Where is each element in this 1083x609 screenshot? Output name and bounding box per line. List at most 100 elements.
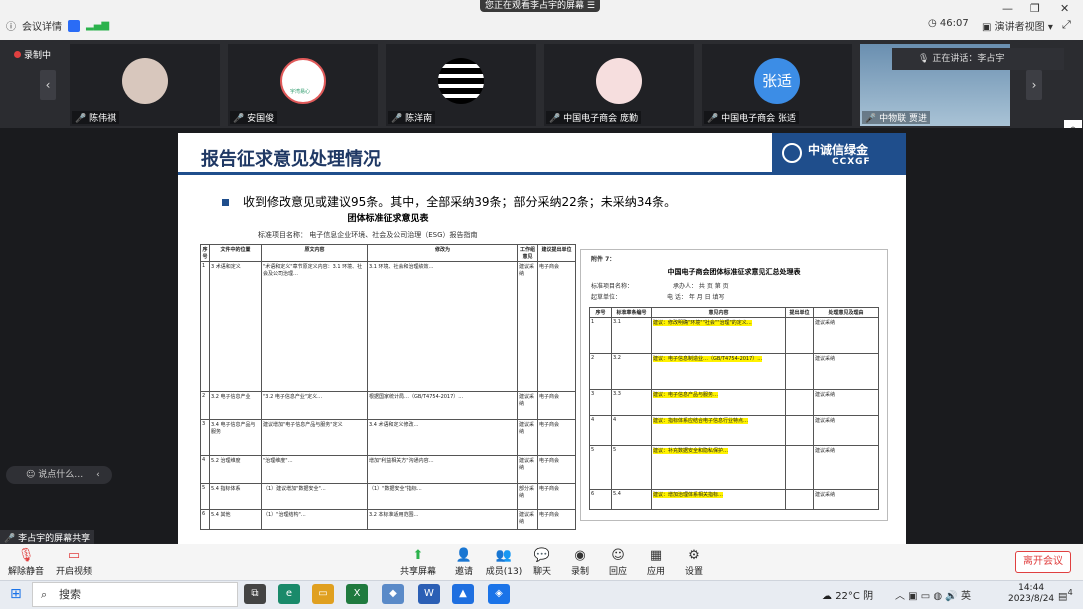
speaker-view-button[interactable]: ▣ 演讲者视图 ▾ — [982, 18, 1053, 33]
notification-icon[interactable]: ▤4 — [1058, 587, 1073, 602]
share-screen-button[interactable]: ⬆ 共享屏幕 — [398, 548, 438, 577]
screen-share-owner: 🎤 李占宇的屏幕共享 — [0, 530, 95, 545]
table-row: 5 5 建议：补充数据安全和隐私保护… 建议采纳 — [589, 445, 879, 490]
participant-tile[interactable]: 宇湾易心 🎤 安国俊 — [228, 44, 378, 126]
system-tray[interactable]: ︿ ▣ ▭ ◍ 🔊 英 — [895, 587, 971, 602]
participant-tile[interactable]: 🎤 陈洋南 — [386, 44, 536, 126]
chat-button[interactable]: 💬 聊天 — [522, 548, 562, 577]
signal-icon[interactable]: ▂▄▆ — [86, 20, 109, 31]
cell: 建议采纳 — [813, 415, 879, 446]
cell: 建议采纳 — [813, 489, 879, 510]
participant-name: 🎤 中物联 贾进 — [862, 111, 930, 124]
strip-prev-button[interactable]: ‹ — [40, 70, 56, 100]
sharing-banner[interactable]: 您正在观看李占宇的屏幕 ☰ — [480, 0, 600, 12]
cell: 5.2 治理维度 — [209, 455, 262, 484]
header-cell: 标准章条编号 — [611, 307, 652, 318]
cell: 5 — [589, 445, 612, 490]
cell: 5.4 其他 — [209, 509, 262, 530]
table-row: 4 4 建议：指标体系应结合电子信息行业特点… 建议采纳 — [589, 415, 879, 446]
logo-icon — [782, 143, 802, 163]
members-label: 成员(13) — [485, 567, 523, 577]
logo-en-text: CCXGF — [832, 157, 871, 167]
participant-tile[interactable]: 🎤 中国电子商会 庞勤 — [544, 44, 694, 126]
weather-text: 22°C 阴 — [835, 591, 874, 602]
windows-start-icon[interactable]: ⊞ — [10, 586, 22, 602]
word-icon[interactable]: W — [418, 584, 440, 604]
cell — [785, 389, 814, 416]
cell: 建议采纳 — [813, 353, 879, 390]
meta-text: 标准项目名称： — [591, 283, 634, 290]
company-logo: 中诚信绿金 CCXGF — [772, 133, 906, 175]
app-icon[interactable]: ◈ — [488, 584, 510, 604]
settings-button[interactable]: ⚙ 设置 — [674, 548, 714, 577]
cell: 建议：电子信息制造业…（GB/T4754-2017）… — [651, 353, 786, 390]
restore-button[interactable]: ❐ — [1030, 2, 1040, 15]
shield-icon[interactable] — [68, 19, 80, 32]
edge-browser-icon[interactable]: e — [278, 584, 300, 604]
cell: 1 — [200, 261, 210, 392]
cell: 建议采纳 — [517, 391, 538, 420]
header-cell: 处理意见及理由 — [813, 307, 879, 318]
table-row: 6 5.4 其他 （1）"治理结构"… 3.2 本标准适用范围… 建议采纳 电子商会 — [200, 509, 576, 530]
app-icon[interactable]: ◆ — [382, 584, 404, 604]
summary-bullet: 收到修改意见或建议95条。其中，全部采纳39条；部分采纳22条；未采纳34条。 — [222, 193, 676, 210]
minimize-button[interactable]: — — [1002, 2, 1013, 15]
participant-name-text: 中物联 贾进 — [879, 114, 927, 124]
participant-tile[interactable]: 🎤 陈伟祺 — [70, 44, 220, 126]
cell: 建议采纳 — [517, 419, 538, 456]
participant-tile[interactable]: 张适 🎤 中国电子商会 张适 — [702, 44, 852, 126]
start-video-button[interactable]: ▭ 开启视频 — [54, 548, 94, 577]
invite-button[interactable]: 👤 邀请 — [444, 548, 484, 577]
weather-widget[interactable]: ☁ 22°C 阴 — [822, 587, 873, 602]
header-cell: 原文内容 — [261, 244, 368, 262]
taskbar-clock[interactable]: 14:44 2023/8/24 — [1008, 583, 1054, 605]
chevron-left-icon[interactable]: ‹ — [96, 470, 100, 480]
chat-input[interactable]: ☺ 说点什么… ‹ — [6, 466, 112, 484]
cell: 建议：指标体系应结合电子信息行业特点… — [651, 415, 786, 446]
task-view-icon[interactable]: ⧉ — [244, 584, 266, 604]
unmute-button[interactable]: 🎙 解除静音 — [6, 548, 46, 577]
cell: 4 — [589, 415, 612, 446]
highlighted-text: 建议：增加治理体系相关指标… — [653, 492, 724, 498]
header-cell: 文件中的位置 — [209, 244, 262, 262]
cell: 建议：修改明确"环境""社会""治理"的定义… — [651, 317, 786, 354]
fullscreen-icon[interactable]: ⤢ — [1062, 18, 1071, 32]
cell: 电子商会 — [537, 261, 576, 392]
cell: 4 — [200, 455, 210, 484]
table-row: 2 3.2 建议：电子信息制造业…（GB/T4754-2017）… 建议采纳 — [589, 353, 879, 390]
slide: 报告征求意见处理情况 中诚信绿金 CCXGF 收到修改意见或建议95条。其中，全… — [178, 133, 906, 545]
summary-table-document: 附件 7： 中国电子商会团体标准征求意见汇总处理表 标准项目名称： 承办人： 共 … — [580, 249, 888, 521]
input-lang[interactable]: 英 — [961, 591, 971, 602]
tencent-meeting-icon[interactable]: ▲ — [452, 584, 474, 604]
react-button[interactable]: ☺ 回应 — [598, 548, 638, 577]
cell: 电子商会 — [537, 509, 576, 530]
invite-label: 邀请 — [454, 567, 473, 577]
cell: 建议：增加治理体系相关指标… — [651, 489, 786, 510]
share-screen-icon: ⬆ — [412, 548, 424, 563]
avatar — [122, 58, 168, 104]
excel-icon[interactable]: X — [346, 584, 368, 604]
cell: 2 — [200, 391, 210, 420]
apps-label: 应用 — [646, 567, 665, 577]
header-cell: 意见内容 — [651, 307, 786, 318]
camera-off-icon: ▭ — [67, 548, 81, 563]
sharer-text: 李占宇的屏幕共享 — [18, 534, 91, 544]
record-button[interactable]: ◉ 录制 — [560, 548, 600, 577]
participant-name-text: 安国俊 — [247, 114, 275, 124]
participant-name: 🎤 安国俊 — [230, 111, 278, 124]
file-explorer-icon[interactable]: ▭ — [312, 584, 334, 604]
close-button[interactable]: ✕ — [1060, 2, 1069, 15]
meeting-details-link[interactable]: 会议详情 — [22, 18, 62, 33]
strip-next-button[interactable]: › — [1026, 70, 1042, 100]
emoji-icon[interactable]: ☺ — [26, 470, 35, 480]
apps-button[interactable]: ▦ 应用 — [636, 548, 676, 577]
cell: 3.4 电子信息产品与服务 — [209, 419, 262, 456]
recording-text: 录制中 — [24, 51, 52, 61]
cell — [785, 489, 814, 510]
members-button[interactable]: 👥 成员(13) — [484, 548, 524, 577]
cell: 电子商会 — [537, 483, 576, 510]
taskbar-search[interactable]: ⌕ 搜索 — [32, 582, 238, 607]
leave-meeting-button[interactable]: 离开会议 — [1015, 551, 1071, 573]
table-row: 1 3.1 建议：修改明确"环境""社会""治理"的定义… 建议采纳 — [589, 317, 879, 354]
participant-name-text: 陈洋南 — [405, 114, 433, 124]
